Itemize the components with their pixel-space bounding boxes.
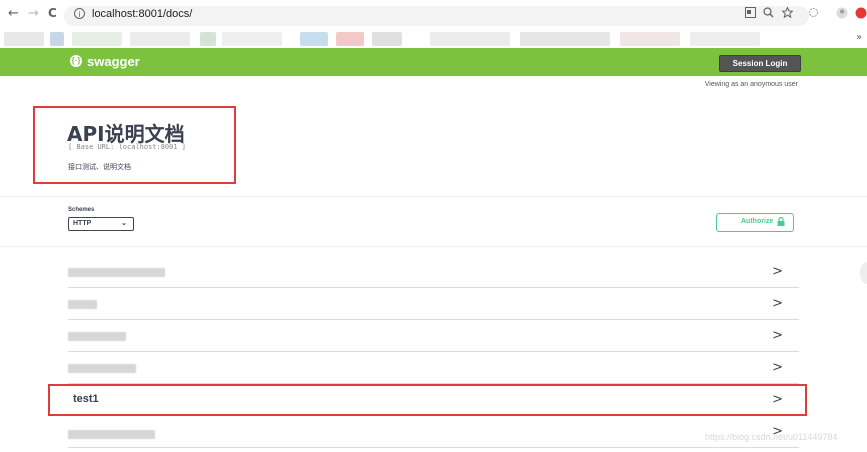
bookmark-item[interactable] [200, 32, 216, 46]
swagger-logo-icon: {·} [70, 55, 82, 67]
site-info-icon[interactable]: i [74, 8, 85, 19]
section-divider [0, 196, 867, 197]
bookmark-item[interactable] [372, 32, 402, 46]
tag-name-redacted [68, 332, 126, 341]
tag-name-redacted [68, 430, 155, 439]
expand-arrow-icon[interactable]: > [772, 328, 783, 343]
schemes-select[interactable]: HTTP ⌄ [68, 217, 134, 231]
back-icon[interactable]: ← [8, 6, 19, 21]
tag-name-redacted [68, 268, 165, 277]
expand-arrow-icon[interactable]: > [772, 360, 783, 375]
tag-name-redacted [68, 300, 97, 309]
bookmarks-more-icon[interactable]: » [856, 32, 862, 43]
translate-icon[interactable] [745, 7, 756, 21]
bookmark-item[interactable] [222, 32, 282, 46]
authorize-label: Authorize [741, 218, 774, 225]
bookmark-item[interactable] [520, 32, 610, 46]
bookmark-item[interactable] [690, 32, 760, 46]
bookmark-item[interactable] [300, 32, 328, 46]
bookmark-item[interactable] [130, 32, 190, 46]
lock-icon [777, 216, 785, 226]
bookmark-item[interactable] [620, 32, 680, 46]
authorize-button[interactable]: Authorize [716, 213, 794, 232]
schemes-label: Schemes [68, 207, 95, 213]
base-url: [ Base URL: localhost:8001 ] [68, 143, 187, 151]
bookmark-item[interactable] [50, 32, 64, 46]
bookmark-star-icon[interactable] [781, 6, 794, 21]
tag-row[interactable]: > [68, 256, 799, 288]
schemes-selected-value: HTTP [73, 220, 92, 227]
tag-name-redacted [68, 364, 136, 373]
reload-icon[interactable]: C [48, 6, 57, 20]
profile-icon[interactable] [836, 7, 848, 22]
forward-icon[interactable]: → [28, 6, 39, 21]
watermark: https://blog.csdn.net/u011449784 [705, 432, 838, 442]
tag-row[interactable]: > [68, 320, 799, 352]
api-description: 接口测试、说明文档 [68, 163, 131, 171]
bookmark-item[interactable] [72, 32, 122, 46]
zoom-icon[interactable] [763, 7, 774, 21]
bookmark-item[interactable] [4, 32, 44, 46]
expand-arrow-icon[interactable]: > [772, 264, 783, 279]
expand-arrow-icon[interactable]: > [772, 296, 783, 311]
bookmark-item[interactable] [336, 32, 364, 46]
swagger-logo-text[interactable]: swagger [87, 54, 140, 69]
bookmark-item[interactable] [430, 32, 510, 46]
tag-row[interactable]: > [68, 352, 799, 384]
chevron-down-icon: ⌄ [121, 220, 127, 227]
swagger-topbar: {·} swagger Session Login [0, 48, 867, 76]
extension-icon[interactable] [808, 7, 819, 21]
browser-toolbar: ← → C i localhost:8001/docs/ [0, 0, 867, 30]
session-login-button[interactable]: Session Login [719, 55, 801, 72]
scroll-widget[interactable] [860, 262, 867, 284]
url-text[interactable]: localhost:8001/docs/ [92, 8, 192, 20]
bookmarks-bar: » [0, 30, 867, 49]
extension-red-icon[interactable] [855, 7, 867, 22]
test1-highlight-box [48, 384, 807, 416]
tag-row[interactable]: > [68, 288, 799, 320]
section-divider [0, 246, 867, 247]
viewing-as-text: Viewing as an anoymous user [704, 81, 798, 88]
tag-row[interactable]: > [68, 416, 799, 448]
